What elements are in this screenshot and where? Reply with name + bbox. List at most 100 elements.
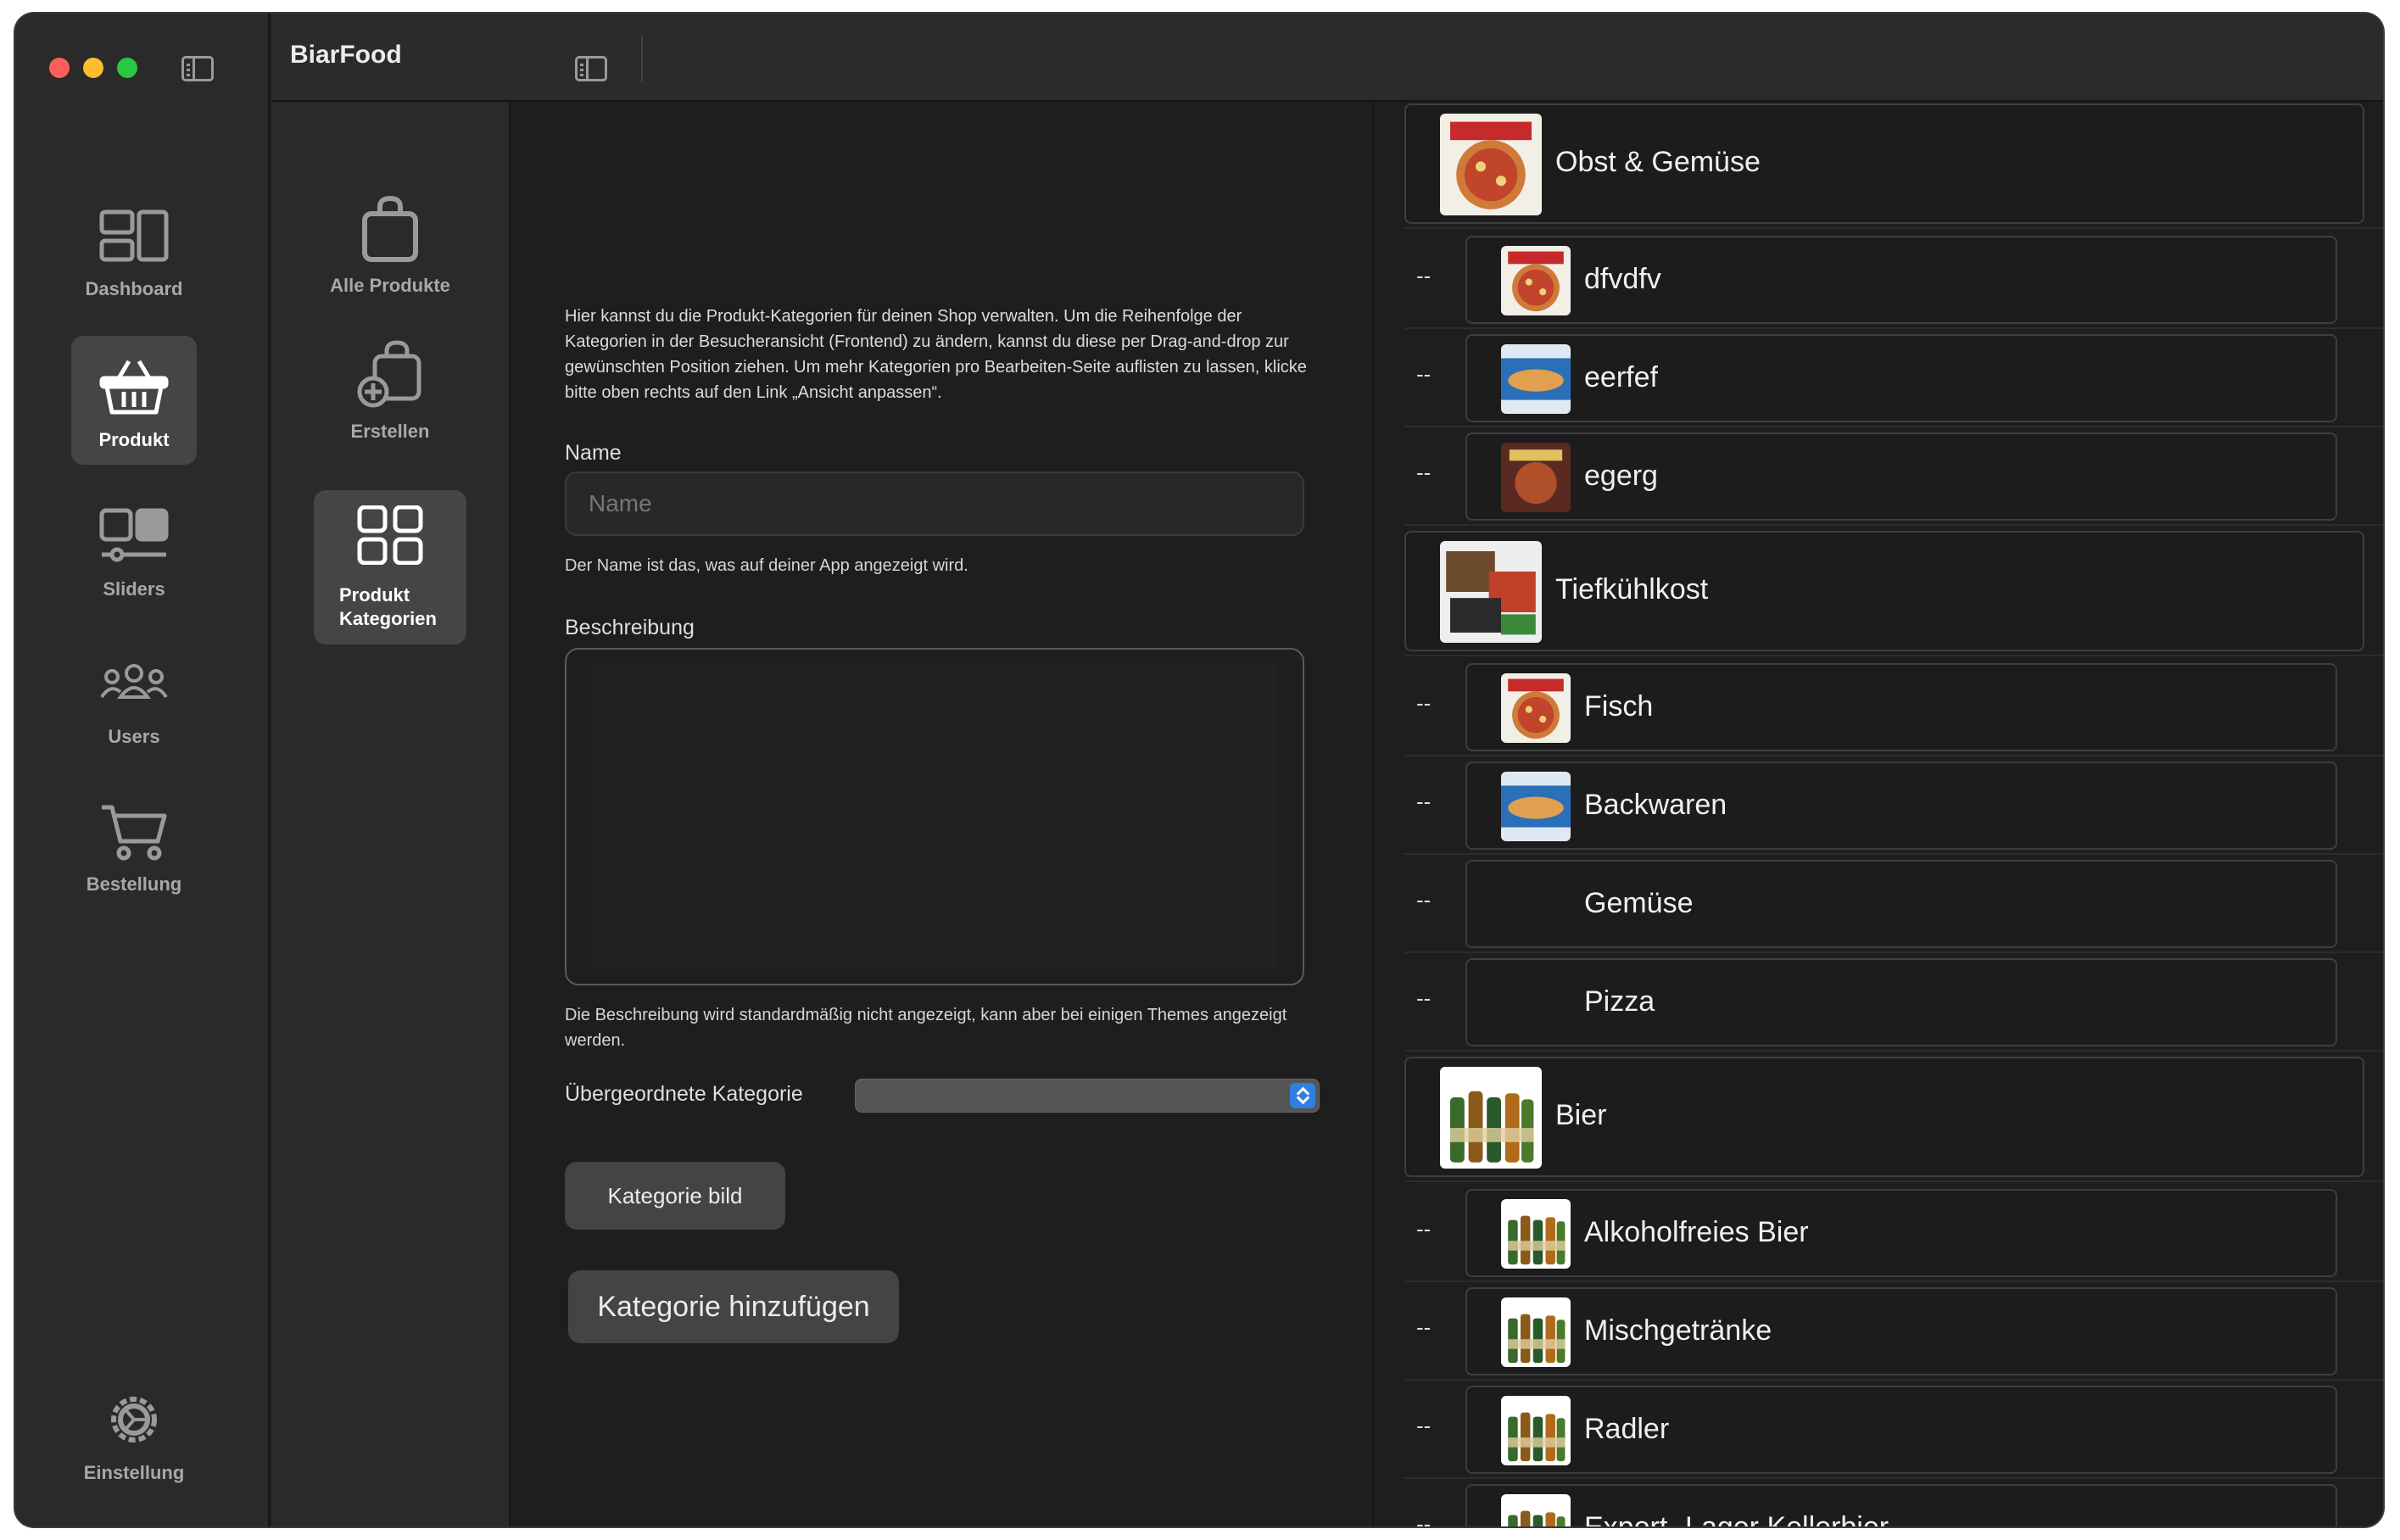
indent-marker: --: [1416, 361, 1432, 387]
category-name: Gemüse: [1584, 887, 1694, 919]
category-name: Pizza: [1584, 985, 1655, 1018]
name-label: Name: [565, 441, 622, 465]
category-thumbnail: [1501, 1199, 1571, 1269]
row-divider: [1404, 853, 2383, 855]
subnav-produkt-kategorien[interactable]: Produkt Kategorien: [314, 490, 466, 644]
category-name: Mischgetränke: [1584, 1314, 1772, 1347]
indent-marker: --: [1416, 985, 1432, 1011]
category-thumbnail: [1440, 1067, 1542, 1169]
category-name: dfvdfv: [1584, 263, 1661, 295]
nav-dashboard[interactable]: Dashboard: [71, 185, 197, 314]
row-divider: [1404, 755, 2383, 756]
category-parent-row[interactable]: Tiefkühlkost: [1404, 531, 2364, 651]
category-child-row[interactable]: Radler: [1465, 1386, 2337, 1474]
category-thumbnail: [1501, 443, 1571, 512]
main-sidebar: Dashboard Produkt Sliders Users Bestellu…: [15, 14, 270, 1526]
category-child-row[interactable]: egerg: [1465, 432, 2337, 521]
indent-marker: --: [1416, 460, 1432, 485]
indent-marker: --: [1416, 887, 1432, 912]
category-name: Bier: [1555, 1099, 1607, 1131]
description-label: Beschreibung: [565, 616, 695, 639]
nav-label: Produkt: [98, 429, 170, 450]
sidebar-toggle-icon[interactable]: [575, 56, 607, 81]
subnav-label: Erstellen: [350, 421, 430, 442]
category-child-row[interactable]: Mischgetränke: [1465, 1287, 2337, 1375]
indent-marker: --: [1416, 1216, 1432, 1241]
nav-label: Sliders: [103, 578, 165, 600]
category-form: Hier kannst du die Produkt-Kategorien fü…: [511, 102, 1374, 1526]
minimize-window-button[interactable]: [83, 58, 103, 78]
row-divider: [1404, 951, 2383, 953]
app-window: Dashboard Produkt Sliders Users Bestellu…: [15, 14, 2383, 1526]
subnav-erstellen[interactable]: Erstellen: [314, 339, 466, 466]
nav-users[interactable]: Users: [71, 633, 197, 762]
category-parent-row[interactable]: Bier: [1404, 1057, 2364, 1177]
nav-einstellung[interactable]: Einstellung: [71, 1369, 197, 1498]
nav-produkt[interactable]: Produkt: [71, 336, 197, 465]
parent-category-select[interactable]: [855, 1079, 1320, 1113]
category-thumbnail: [1440, 114, 1542, 215]
category-thumbnail: [1501, 1297, 1571, 1367]
category-child-row[interactable]: eerfef: [1465, 334, 2337, 422]
category-name: Fisch: [1584, 690, 1654, 723]
grid-icon: [357, 505, 423, 565]
category-child-row[interactable]: dfvdfv: [1465, 236, 2337, 324]
row-divider: [1404, 655, 2383, 656]
row-divider: [1404, 1050, 2383, 1052]
name-input[interactable]: Name: [565, 471, 1304, 536]
row-divider: [1404, 524, 2383, 526]
users-icon: [100, 664, 168, 699]
nav-label: Users: [108, 726, 160, 747]
subnav-alle-produkte[interactable]: Alle Produkte: [314, 190, 466, 317]
category-child-row[interactable]: Backwaren: [1465, 762, 2337, 850]
nav-sliders[interactable]: Sliders: [71, 485, 197, 614]
zoom-window-button[interactable]: [117, 58, 137, 78]
category-child-row[interactable]: Gemüse: [1465, 860, 2337, 948]
category-name: Export- Lager Kellerbier: [1584, 1511, 1889, 1526]
bag-icon: [362, 196, 418, 262]
close-window-button[interactable]: [49, 58, 70, 78]
subnav-label: Alle Produkte: [330, 275, 450, 296]
sidebar-toggle-icon[interactable]: [181, 56, 214, 81]
category-name: Radler: [1584, 1413, 1670, 1445]
category-parent-row[interactable]: Obst & Gemüse: [1404, 103, 2364, 224]
description-help: Die Beschreibung wird standardmäßig nich…: [565, 1006, 1287, 1050]
subnav-label: Produkt Kategorien: [339, 584, 437, 629]
category-name: Alkoholfreies Bier: [1584, 1216, 1809, 1248]
row-divider: [1404, 327, 2383, 329]
cart-icon: [102, 805, 167, 861]
category-list: Obst & Gemüse dfvdfv -- eerfef -- egerg -- Tief…: [1376, 102, 2383, 1526]
indent-marker: --: [1416, 690, 1432, 716]
category-name: Tiefkühlkost: [1555, 573, 1709, 605]
category-thumbnail: [1501, 1396, 1571, 1465]
category-thumbnail: [1501, 673, 1571, 743]
row-divider: [1404, 227, 2383, 229]
category-thumbnail: [1440, 541, 1542, 643]
description-textarea[interactable]: [565, 648, 1304, 985]
intro-text: Hier kannst du die Produkt-Kategorien fü…: [565, 307, 1307, 402]
category-child-row[interactable]: Pizza: [1465, 958, 2337, 1046]
nav-label: Bestellung: [86, 873, 182, 895]
stepper-chevrons-icon: [1290, 1083, 1315, 1108]
category-name: eerfef: [1584, 361, 1658, 393]
sliders-icon: [99, 508, 169, 562]
row-divider: [1404, 1281, 2383, 1282]
app-title: BiarFood: [290, 41, 402, 69]
category-child-row[interactable]: Export- Lager Kellerbier: [1465, 1484, 2337, 1526]
dashboard-icon: [99, 209, 169, 262]
category-image-button[interactable]: Kategorie bild: [565, 1162, 785, 1230]
nav-label: Dashboard: [85, 278, 183, 299]
indent-marker: --: [1416, 1314, 1432, 1340]
category-child-row[interactable]: Alkoholfreies Bier: [1465, 1189, 2337, 1277]
category-thumbnail: [1501, 1494, 1571, 1526]
add-category-button[interactable]: Kategorie hinzufügen: [568, 1270, 899, 1343]
category-child-row[interactable]: Fisch: [1465, 663, 2337, 751]
sub-sidebar: Alle Produkte Erstellen Produkt Kategorie…: [271, 102, 511, 1526]
category-thumbnail: [1501, 344, 1571, 414]
category-thumbnail: [1501, 246, 1571, 315]
category-name: Obst & Gemüse: [1555, 146, 1761, 178]
indent-marker: --: [1416, 1413, 1432, 1438]
create-bag-icon: [357, 340, 421, 408]
row-divider: [1404, 1379, 2383, 1381]
nav-bestellung[interactable]: Bestellung: [71, 780, 197, 909]
